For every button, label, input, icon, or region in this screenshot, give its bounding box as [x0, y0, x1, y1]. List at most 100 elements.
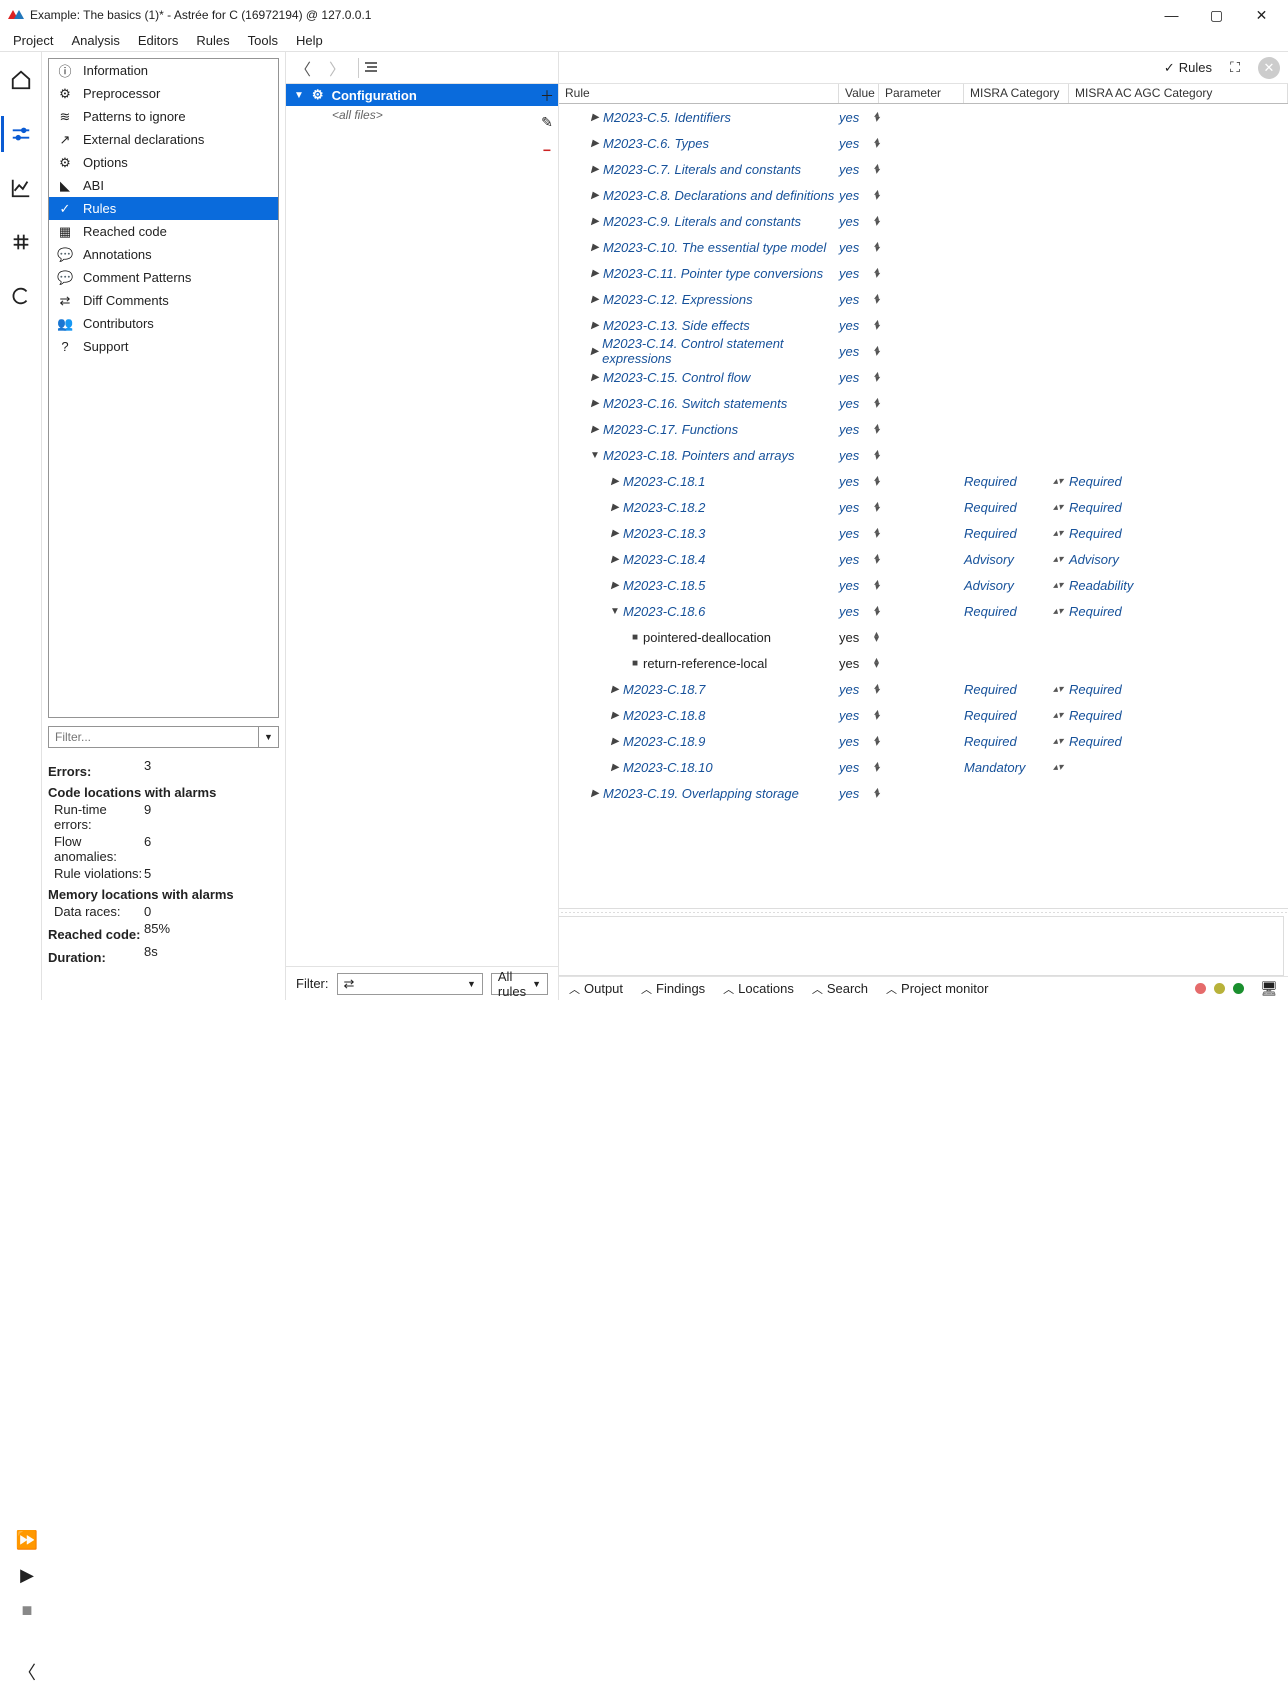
expand-icon[interactable]: ▶	[609, 736, 621, 747]
table-row[interactable]: ▶M2023-C.18.1yes▴▾Required▴▾Required	[559, 468, 1288, 494]
table-row[interactable]: ▶M2023-C.16. Switch statementsyes▴▾	[559, 390, 1288, 416]
rule-value[interactable]: yes▴▾	[839, 344, 879, 359]
rule-value[interactable]: yes▴▾	[839, 214, 879, 229]
expand-icon[interactable]: ▶	[609, 684, 621, 695]
expand-icon[interactable]: ▶	[609, 476, 621, 487]
sidebar-filter-input[interactable]	[48, 726, 259, 748]
sidebar-item-support[interactable]: ?Support	[49, 335, 278, 358]
sidebar-item-preprocessor[interactable]: ⚙Preprocessor	[49, 82, 278, 105]
config-header[interactable]: ▼ ⚙ Configuration	[286, 84, 558, 106]
table-row[interactable]: ▶M2023-C.18.8yes▴▾Required▴▾Required	[559, 702, 1288, 728]
expand-icon[interactable]: ▶	[589, 164, 601, 175]
rule-value[interactable]: yes▴▾	[839, 136, 879, 151]
table-row[interactable]: ▶M2023-C.8. Declarations and definitions…	[559, 182, 1288, 208]
table-row[interactable]: ▼M2023-C.18.6yes▴▾Required▴▾Required	[559, 598, 1288, 624]
col-misra[interactable]: MISRA Category	[964, 84, 1069, 103]
status-monitor[interactable]: ︿Project monitor	[886, 981, 988, 997]
expand-icon[interactable]: ▼	[609, 606, 621, 617]
expand-icon[interactable]: ▶	[589, 294, 601, 305]
minimize-button[interactable]: —	[1149, 1, 1194, 29]
table-row[interactable]: ▶M2023-C.5. Identifiersyes▴▾	[559, 104, 1288, 130]
expand-icon[interactable]: ▶	[609, 502, 621, 513]
table-row[interactable]: ▶M2023-C.13. Side effectsyes▴▾	[559, 312, 1288, 338]
expand-icon[interactable]: ▶	[609, 554, 621, 565]
monitor-icon[interactable]: 🖥	[1260, 980, 1278, 997]
rule-value[interactable]: yes▴▾	[839, 240, 879, 255]
table-row[interactable]: ▶M2023-C.12. Expressionsyes▴▾	[559, 286, 1288, 312]
c-icon[interactable]	[3, 278, 39, 314]
rule-value[interactable]: yes▴▾	[839, 760, 879, 775]
expand-icon[interactable]: ▶	[589, 788, 601, 799]
expand-icon[interactable]: ▶	[589, 372, 601, 383]
rule-misra[interactable]: Required▴▾	[964, 526, 1069, 541]
expand-icon[interactable]: ▶	[609, 710, 621, 721]
sidebar-item-annotations[interactable]: 💬Annotations	[49, 243, 278, 266]
sidebar-item-abi[interactable]: ◣ABI	[49, 174, 278, 197]
fullscreen-icon[interactable]: ⛶	[1224, 57, 1246, 79]
expand-icon[interactable]: ▶	[589, 268, 601, 279]
sidebar-filter-dropdown[interactable]: ▼	[259, 726, 279, 748]
rule-value[interactable]: yes▴▾	[839, 188, 879, 203]
table-row[interactable]: ▶M2023-C.7. Literals and constantsyes▴▾	[559, 156, 1288, 182]
rule-value[interactable]: yes▴▾	[839, 110, 879, 125]
col-value[interactable]: Value	[839, 84, 879, 103]
hash-icon[interactable]	[3, 224, 39, 260]
rule-misra[interactable]: Advisory▴▾	[964, 578, 1069, 593]
table-row[interactable]: ▶M2023-C.18.4yes▴▾Advisory▴▾Advisory	[559, 546, 1288, 572]
rule-value[interactable]: yes▴▾	[839, 500, 879, 515]
sidebar-item-information[interactable]: ⓘInformation	[49, 59, 278, 82]
col-rule[interactable]: Rule	[559, 84, 839, 103]
rule-value[interactable]: yes▴▾	[839, 474, 879, 489]
table-row[interactable]: ▶M2023-C.9. Literals and constantsyes▴▾	[559, 208, 1288, 234]
maximize-button[interactable]: ▢	[1194, 1, 1239, 29]
expand-icon[interactable]: ▶	[589, 346, 600, 357]
rule-value[interactable]: yes▴▾	[839, 734, 879, 749]
expand-icon[interactable]: ▶	[589, 242, 601, 253]
expand-icon[interactable]: ■	[629, 632, 641, 643]
rule-misra[interactable]: Required▴▾	[964, 474, 1069, 489]
menu-project[interactable]: Project	[4, 31, 62, 50]
table-row[interactable]: ▶M2023-C.18.9yes▴▾Required▴▾Required	[559, 728, 1288, 754]
rule-value[interactable]: yes▴▾	[839, 162, 879, 177]
nav-forward-icon[interactable]: 〉	[320, 56, 354, 80]
table-row[interactable]: ▶M2023-C.18.3yes▴▾Required▴▾Required	[559, 520, 1288, 546]
table-row[interactable]: ▶M2023-C.19. Overlapping storageyes▴▾	[559, 780, 1288, 806]
line-chart-icon[interactable]	[3, 170, 39, 206]
expand-icon[interactable]: ▶	[589, 138, 601, 149]
rule-value[interactable]: yes▴▾	[839, 370, 879, 385]
rule-value[interactable]: yes▴▾	[839, 786, 879, 801]
sidebar-item-reached-code[interactable]: ▦Reached code	[49, 220, 278, 243]
status-output[interactable]: ︿Output	[569, 981, 623, 997]
sidebar-item-contributors[interactable]: 👥Contributors	[49, 312, 278, 335]
table-row[interactable]: ▶M2023-C.18.7yes▴▾Required▴▾Required	[559, 676, 1288, 702]
table-row[interactable]: ■pointered-deallocationyes▴▾	[559, 624, 1288, 650]
add-button[interactable]: ＋	[538, 86, 556, 104]
sidebar-item-external-declarations[interactable]: ↗External declarations	[49, 128, 278, 151]
rule-value[interactable]: yes▴▾	[839, 422, 879, 437]
expand-icon[interactable]: ▼	[589, 450, 601, 461]
rule-misra[interactable]: Advisory▴▾	[964, 552, 1069, 567]
rule-value[interactable]: yes▴▾	[839, 526, 879, 541]
table-row[interactable]: ▶M2023-C.10. The essential type modelyes…	[559, 234, 1288, 260]
rule-misra[interactable]: Required▴▾	[964, 500, 1069, 515]
expand-icon[interactable]: ▶	[609, 762, 621, 773]
sidebar-item-comment-patterns[interactable]: 💬Comment Patterns	[49, 266, 278, 289]
play-icon[interactable]: ▶	[20, 1565, 34, 1586]
fast-forward-icon[interactable]: ⏩	[16, 1530, 38, 1551]
rule-value[interactable]: yes▴▾	[839, 682, 879, 697]
menu-analysis[interactable]: Analysis	[62, 31, 128, 50]
status-findings[interactable]: ︿Findings	[641, 981, 705, 997]
table-row[interactable]: ▶M2023-C.18.2yes▴▾Required▴▾Required	[559, 494, 1288, 520]
close-panel-button[interactable]: ✕	[1258, 57, 1280, 79]
table-row[interactable]: ▶M2023-C.11. Pointer type conversionsyes…	[559, 260, 1288, 286]
menu-tools[interactable]: Tools	[239, 31, 287, 50]
config-allfiles[interactable]: <all files>	[286, 106, 558, 122]
table-row[interactable]: ▶M2023-C.15. Control flowyes▴▾	[559, 364, 1288, 390]
nav-back-icon[interactable]: 〈	[286, 56, 320, 80]
rule-value[interactable]: yes▴▾	[839, 292, 879, 307]
splitter[interactable]	[559, 908, 1288, 916]
expand-icon[interactable]: ▶	[589, 216, 601, 227]
status-search[interactable]: ︿Search	[812, 981, 868, 997]
rule-value[interactable]: yes▴▾	[839, 604, 879, 619]
rule-value[interactable]: yes▴▾	[839, 318, 879, 333]
